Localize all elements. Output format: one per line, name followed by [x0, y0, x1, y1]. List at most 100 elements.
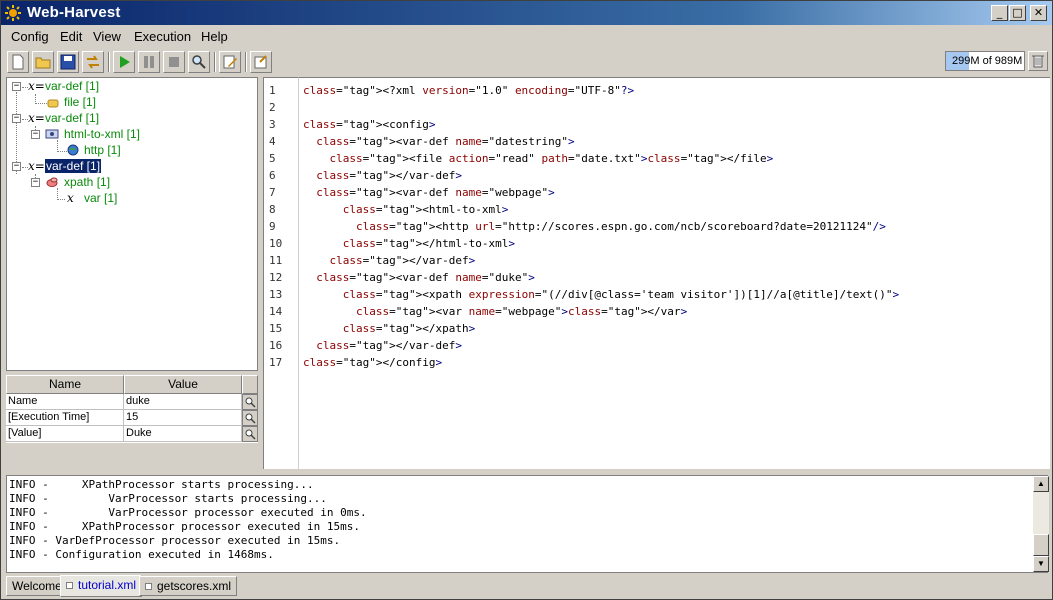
tab-getscores-xml[interactable]: getscores.xml — [139, 576, 238, 596]
line-number: 1 — [269, 84, 276, 97]
stop-icon — [169, 57, 179, 67]
menu-view[interactable]: View — [93, 29, 121, 44]
run-button[interactable] — [113, 51, 135, 73]
scroll-up-button[interactable]: ▲ — [1033, 476, 1049, 492]
pause-icon — [144, 56, 154, 68]
magnifier-icon — [245, 429, 256, 440]
line-number: 11 — [269, 254, 283, 267]
property-value[interactable]: Duke — [124, 426, 242, 442]
collapse-toggle[interactable]: − — [12, 82, 21, 91]
line-number: 16 — [269, 339, 283, 352]
tree-node-html-to-xml[interactable]: html-to-xml [1] — [64, 127, 140, 143]
collapse-toggle[interactable]: − — [31, 178, 40, 187]
code-line: class="tag"><var-def name="datestring"> — [316, 135, 575, 148]
open-folder-icon — [35, 57, 51, 69]
save-button[interactable] — [57, 51, 79, 73]
collapse-toggle[interactable]: − — [31, 130, 40, 139]
property-name: [Execution Time] — [6, 410, 124, 426]
collapse-toggle[interactable]: − — [12, 162, 21, 171]
log-line: INFO - XPathProcessor processor executed… — [9, 520, 360, 533]
view-value-button[interactable] — [242, 426, 258, 442]
close-button[interactable]: ✕ — [1030, 5, 1047, 21]
collapse-toggle[interactable]: − — [12, 114, 21, 123]
run-icon — [120, 56, 130, 68]
new-file-button[interactable] — [7, 51, 29, 73]
log-line: INFO - VarProcessor processor executed i… — [9, 506, 367, 519]
line-number: 17 — [269, 356, 283, 369]
menu-config[interactable]: Config — [11, 29, 49, 44]
view-value-button[interactable] — [242, 394, 258, 410]
properties-table: Name Value Name duke [Execution Time] 15… — [6, 375, 258, 443]
code-line: class="tag"><var-def name="duke"> — [316, 271, 535, 284]
tree-connector — [35, 103, 47, 104]
view-value-button[interactable] — [242, 410, 258, 426]
tab-welcome[interactable]: Welcome — [6, 576, 68, 596]
line-number: 14 — [269, 305, 283, 318]
file-icon — [47, 99, 59, 108]
property-name: [Value] — [6, 426, 124, 442]
code-line: class="tag"><xpath expression="(//div[@c… — [342, 288, 900, 301]
maximize-button[interactable]: □ — [1009, 5, 1026, 21]
garbage-collect-button[interactable] — [1028, 51, 1048, 71]
magnifier-icon — [245, 397, 256, 408]
line-number: 13 — [269, 288, 283, 301]
tree-node-http[interactable]: http [1] — [84, 143, 121, 159]
code-line: class="tag"></config> — [303, 356, 443, 369]
pause-button[interactable] — [138, 51, 160, 73]
code-line: class="tag"></var-def> — [316, 339, 462, 352]
column-header-spacer — [242, 375, 258, 394]
toolbar — [1, 48, 1052, 76]
tree-node-var-def-selected[interactable]: var-def [1] — [43, 158, 103, 175]
code-line: class="tag"><config> — [303, 118, 436, 131]
refresh-button[interactable] — [82, 51, 104, 73]
line-number: 12 — [269, 271, 283, 284]
memory-indicator[interactable]: 299M of 989M — [945, 51, 1025, 71]
stop-button[interactable] — [163, 51, 185, 73]
find-button[interactable] — [188, 51, 210, 73]
tree-connector — [57, 151, 67, 152]
log-console[interactable]: INFO - XPathProcessor starts processing.… — [6, 475, 1049, 573]
tree-node-xpath[interactable]: xpath [1] — [64, 175, 110, 191]
menu-help[interactable]: Help — [201, 29, 228, 44]
tree-node-var-def[interactable]: var-def [1] — [45, 79, 99, 95]
document-tabs: Welcome tutorial.xml getscores.xml — [1, 575, 1052, 599]
config-tree[interactable]: − x= var-def [1] file [1] − x= var-def [… — [6, 77, 258, 371]
code-line: class="tag"><file action="read" path="da… — [329, 152, 774, 165]
line-number: 2 — [269, 101, 276, 114]
code-line: class="tag"><http url="http://scores.esp… — [355, 220, 886, 233]
edit-button[interactable] — [219, 51, 241, 73]
settings-button[interactable] — [250, 51, 272, 73]
xpath-icon — [46, 177, 58, 187]
x-var-icon: x= — [28, 111, 45, 125]
log-line: INFO - VarProcessor starts processing... — [9, 492, 327, 505]
tree-node-file[interactable]: file [1] — [64, 95, 96, 111]
property-name: Name — [6, 394, 124, 410]
menu-execution[interactable]: Execution — [134, 29, 191, 44]
minimize-button[interactable]: _ — [991, 5, 1008, 21]
tab-tutorial-xml[interactable]: tutorial.xml — [60, 575, 143, 597]
title-bar[interactable]: Web-Harvest _ □ ✕ — [1, 1, 1052, 25]
line-number: 9 — [269, 220, 276, 233]
tree-node-var-def[interactable]: var-def [1] — [45, 111, 99, 127]
property-value[interactable]: duke — [124, 394, 242, 410]
property-value[interactable]: 15 — [124, 410, 242, 426]
toolbar-separator — [245, 52, 247, 72]
code-line: class="tag"></xpath> — [342, 322, 476, 335]
column-header-name[interactable]: Name — [6, 375, 124, 394]
tree-node-var[interactable]: var [1] — [84, 191, 117, 207]
code-line: class="tag"><html-to-xml> — [342, 203, 509, 216]
scroll-thumb[interactable] — [1033, 534, 1049, 556]
open-button[interactable] — [32, 51, 54, 73]
line-number: 4 — [269, 135, 276, 148]
log-scrollbar[interactable]: ▲ ▼ — [1033, 476, 1049, 572]
log-line: INFO - VarDefProcessor processor execute… — [9, 534, 341, 547]
menu-bar: Config Edit View Execution Help — [1, 26, 1052, 48]
scroll-down-button[interactable]: ▼ — [1033, 556, 1049, 572]
tree-connector — [57, 199, 65, 200]
x-var-icon: x= — [28, 159, 45, 173]
menu-edit[interactable]: Edit — [60, 29, 82, 44]
log-line: INFO - Configuration executed in 1468ms. — [9, 548, 274, 561]
toolbar-separator — [108, 52, 110, 72]
memory-label: 299M of 989M — [952, 55, 1023, 67]
column-header-value[interactable]: Value — [124, 375, 242, 394]
